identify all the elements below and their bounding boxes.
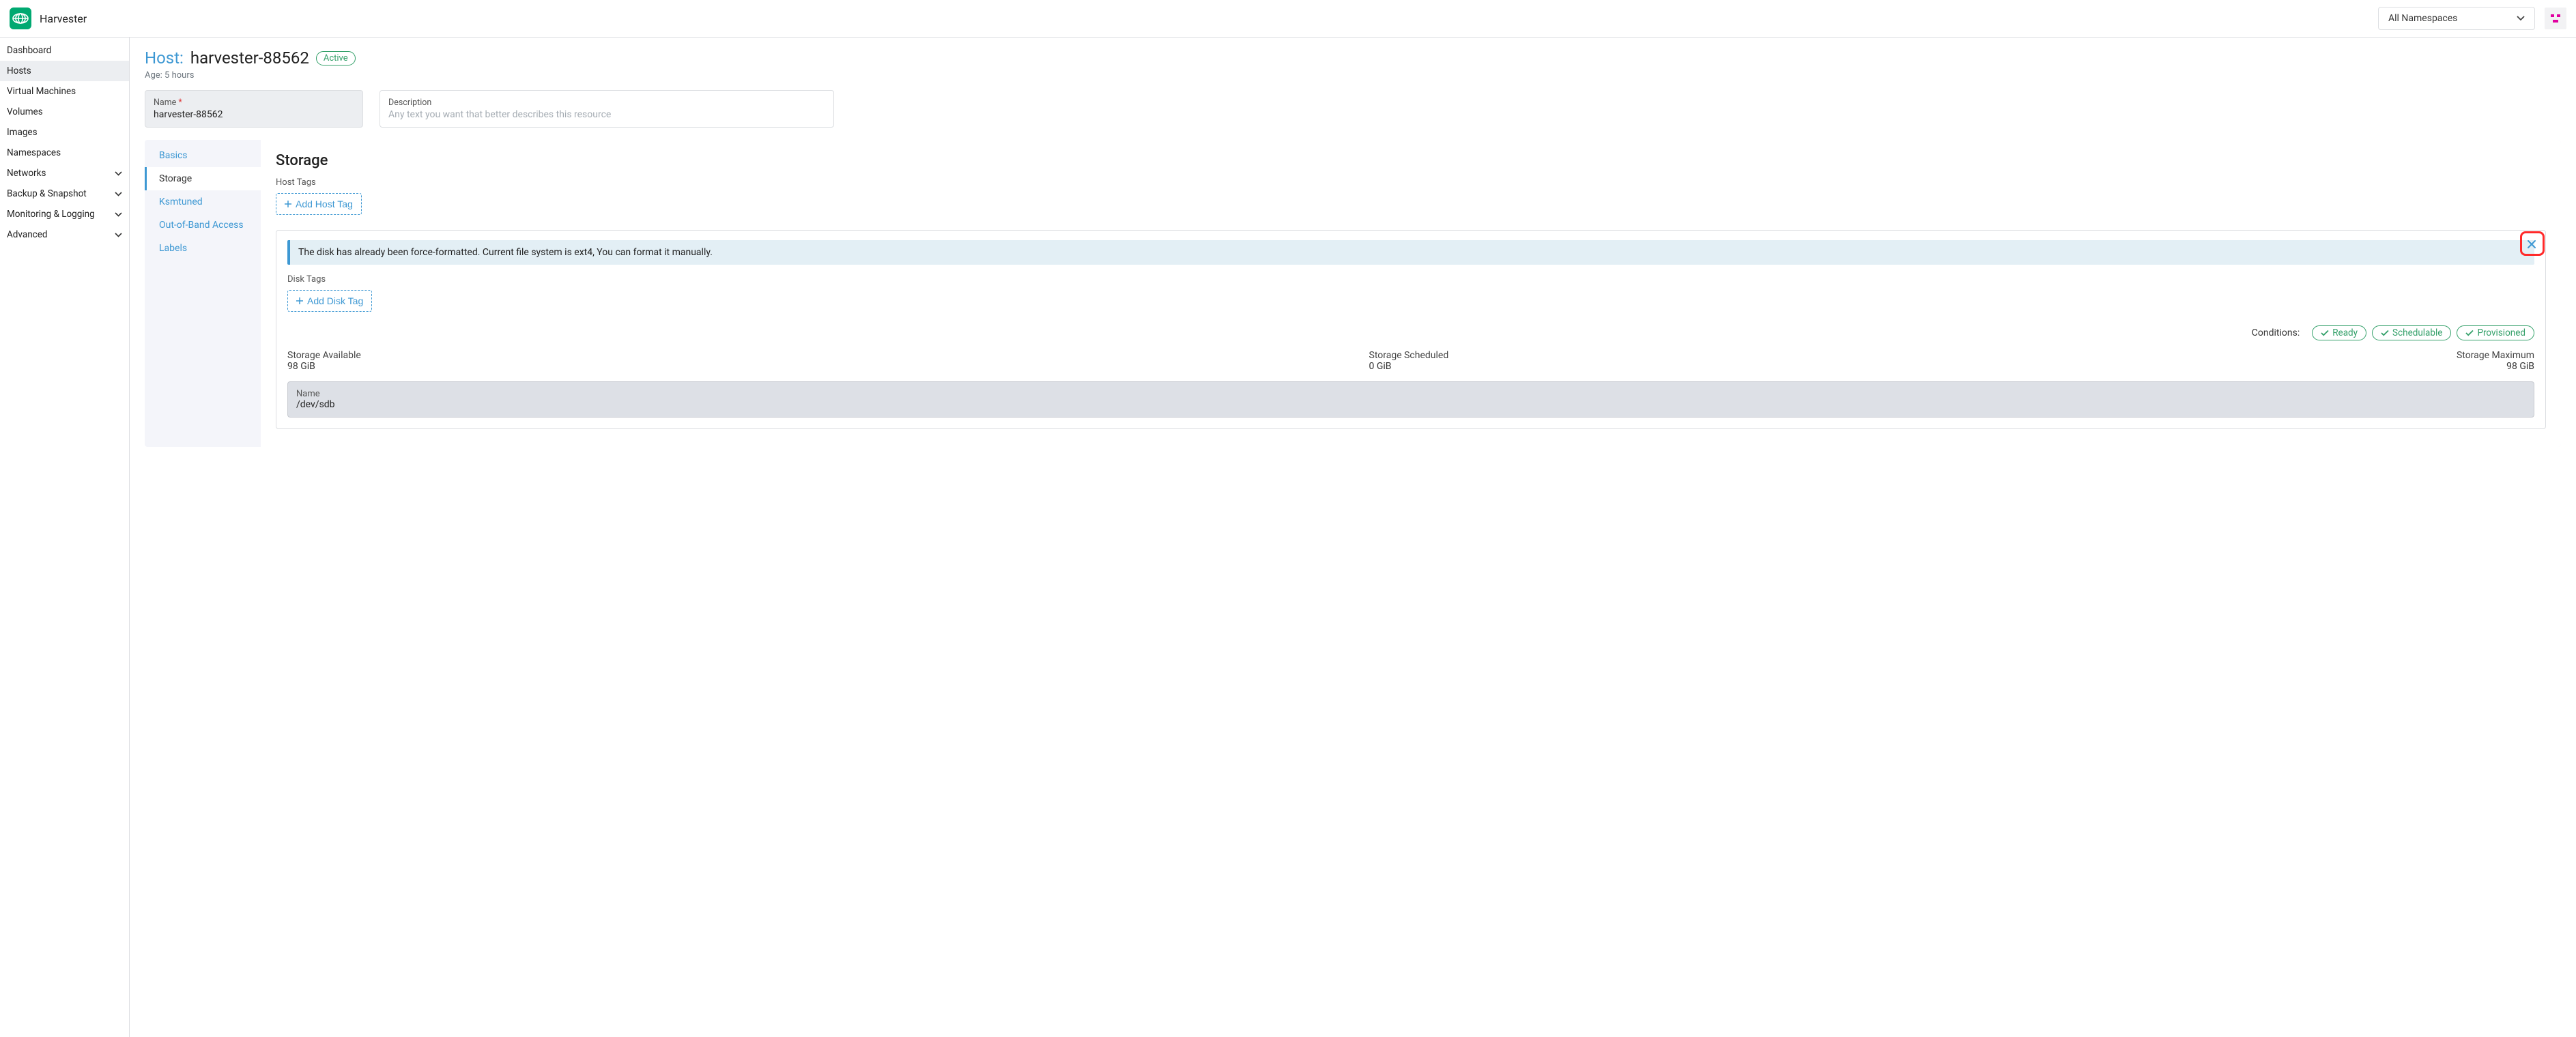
description-field[interactable]: Description Any text you want that bette…	[380, 90, 834, 128]
sidebar-item-label: Dashboard	[7, 45, 51, 56]
plus-icon	[285, 201, 291, 207]
tab-storage[interactable]: Storage	[145, 167, 261, 190]
storage-maximum: Storage Maximum 98 GiB	[2457, 350, 2534, 372]
sidebar-item-backup-snapshot[interactable]: Backup & Snapshot	[0, 184, 129, 204]
conditions-label: Conditions:	[2252, 327, 2300, 338]
condition-ready: Ready	[2312, 325, 2366, 340]
conditions-row: Conditions: Ready Schedulable Provisioned	[287, 325, 2534, 340]
stat-label: Storage Scheduled	[1369, 350, 1449, 361]
add-disk-tag-button[interactable]: Add Disk Tag	[287, 290, 372, 312]
device-name-field: Name /dev/sdb	[287, 381, 2534, 418]
check-icon	[2465, 330, 2474, 336]
sidebar-item-label: Namespaces	[7, 147, 61, 158]
name-field-label: Name	[154, 98, 176, 108]
panel-tabs: BasicsStorageKsmtunedOut-of-Band AccessL…	[145, 140, 261, 447]
stat-value: 98 GiB	[2457, 361, 2534, 372]
check-icon	[2321, 330, 2329, 336]
status-badge: Active	[316, 51, 356, 65]
section-title: Storage	[276, 152, 2546, 169]
chevron-down-icon	[115, 192, 122, 196]
chevron-down-icon	[115, 171, 122, 176]
remove-disk-button[interactable]	[2523, 236, 2540, 252]
sidebar-item-label: Images	[7, 127, 38, 138]
sidebar-item-images[interactable]: Images	[0, 122, 129, 143]
description-field-label: Description	[388, 98, 825, 108]
info-banner: The disk has already been force-formatte…	[287, 240, 2534, 265]
panel-content: Storage Host Tags Add Host Tag	[261, 140, 2561, 447]
sidebar-item-label: Monitoring & Logging	[7, 209, 95, 220]
device-label: Name	[296, 389, 2525, 399]
detail-panel: BasicsStorageKsmtunedOut-of-Band AccessL…	[145, 140, 2561, 447]
condition-schedulable: Schedulable	[2372, 325, 2451, 340]
sidebar-item-hosts[interactable]: Hosts	[0, 61, 129, 81]
sidebar-item-virtual-machines[interactable]: Virtual Machines	[0, 81, 129, 102]
required-indicator: *	[178, 98, 182, 108]
disk-card: The disk has already been force-formatte…	[276, 230, 2546, 429]
check-icon	[2381, 330, 2389, 336]
storage-scheduled: Storage Scheduled 0 GiB	[1369, 350, 1449, 372]
tab-out-of-band-access[interactable]: Out-of-Band Access	[145, 214, 261, 237]
tab-ksmtuned[interactable]: Ksmtuned	[145, 190, 261, 214]
name-field-value: harvester-88562	[154, 109, 354, 120]
sidebar-item-label: Advanced	[7, 229, 48, 240]
brand-name: Harvester	[40, 12, 87, 25]
disk-tags-label: Disk Tags	[287, 274, 2534, 284]
sidebar-item-label: Backup & Snapshot	[7, 188, 87, 199]
app-switcher-icon[interactable]	[2545, 8, 2566, 29]
chevron-down-icon	[115, 233, 122, 237]
stat-label: Storage Maximum	[2457, 350, 2534, 361]
sidebar-item-networks[interactable]: Networks	[0, 163, 129, 184]
name-field: Name * harvester-88562	[145, 90, 363, 128]
description-field-placeholder: Any text you want that better describes …	[388, 109, 825, 120]
page-title: Host: harvester-88562 Active	[145, 48, 2561, 68]
chevron-down-icon	[115, 212, 122, 217]
namespace-selector-label: All Namespaces	[2388, 13, 2457, 24]
topbar: Harvester All Namespaces	[0, 0, 2576, 38]
brand-icon	[10, 8, 31, 29]
device-value: /dev/sdb	[296, 399, 2525, 410]
sidebar-item-advanced[interactable]: Advanced	[0, 224, 129, 245]
tab-labels[interactable]: Labels	[145, 237, 261, 260]
sidebar-item-label: Volumes	[7, 106, 43, 117]
condition-provisioned: Provisioned	[2457, 325, 2534, 340]
sidebar: Dashboard Hosts Virtual Machines Volumes Ima…	[0, 38, 130, 1037]
add-host-tag-button[interactable]: Add Host Tag	[276, 193, 362, 215]
stat-label: Storage Available	[287, 350, 361, 361]
storage-available: Storage Available 98 GiB	[287, 350, 361, 372]
sidebar-item-volumes[interactable]: Volumes	[0, 102, 129, 122]
sidebar-item-label: Virtual Machines	[7, 86, 76, 97]
brand: Harvester	[10, 8, 87, 29]
namespace-selector[interactable]: All Namespaces	[2378, 7, 2535, 30]
add-host-tag-label: Add Host Tag	[296, 199, 353, 209]
chevron-down-icon	[2517, 16, 2525, 21]
plus-icon	[296, 297, 303, 304]
page-title-prefix: Host:	[145, 48, 184, 68]
add-disk-tag-label: Add Disk Tag	[307, 295, 363, 306]
page-title-host: harvester-88562	[190, 48, 309, 68]
sidebar-item-label: Networks	[7, 168, 46, 179]
main-content: Host: harvester-88562 Active Age: 5 hour…	[130, 38, 2576, 1037]
sidebar-item-dashboard[interactable]: Dashboard	[0, 40, 129, 61]
sidebar-item-monitoring-logging[interactable]: Monitoring & Logging	[0, 204, 129, 224]
tab-basics[interactable]: Basics	[145, 144, 261, 167]
host-tags-label: Host Tags	[276, 177, 2546, 188]
stat-value: 98 GiB	[287, 361, 361, 372]
stat-value: 0 GiB	[1369, 361, 1449, 372]
sidebar-item-label: Hosts	[7, 65, 31, 76]
sidebar-item-namespaces[interactable]: Namespaces	[0, 143, 129, 163]
age-label: Age: 5 hours	[145, 70, 2561, 81]
